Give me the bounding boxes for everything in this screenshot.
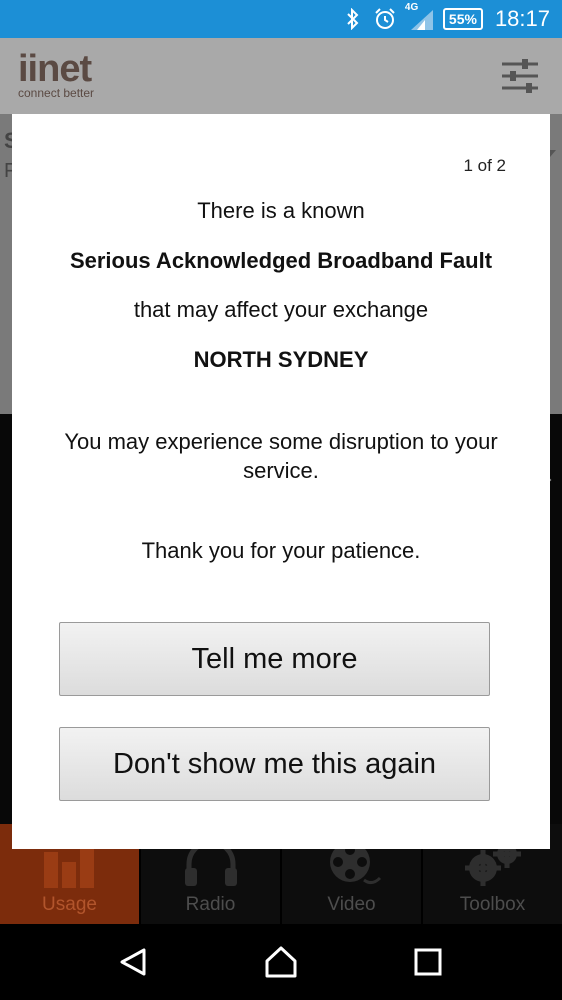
recents-icon[interactable] xyxy=(408,942,448,982)
logo-tagline: connect better xyxy=(18,86,95,100)
logo-word: iinet xyxy=(18,48,92,90)
signal-icon: 4G xyxy=(405,2,435,32)
disruption-message: You may experience some disruption to yo… xyxy=(64,429,498,483)
thanks-message: Thank you for your patience. xyxy=(141,538,421,563)
back-icon[interactable] xyxy=(114,942,154,982)
sliders-icon[interactable] xyxy=(500,56,540,96)
dont-show-again-button[interactable]: Don't show me this again xyxy=(59,727,490,801)
app-bar: iinet connect better xyxy=(0,38,562,114)
tab-label: Radio xyxy=(185,894,236,915)
tab-label: Video xyxy=(327,894,376,915)
status-bar: 4G 55% 18:17 xyxy=(0,0,562,38)
bluetooth-icon xyxy=(341,7,365,31)
tab-label: Usage xyxy=(42,894,97,915)
fault-title: Serious Acknowledged Broadband Fault xyxy=(69,248,493,273)
system-nav-bar xyxy=(0,924,562,1000)
fault-alert-dialog: 1 of 2 There is a known Serious Acknowle… xyxy=(12,114,550,849)
page-indicator: 1 of 2 xyxy=(463,156,506,175)
intro-text: There is a known xyxy=(197,198,365,223)
clock: 18:17 xyxy=(494,6,550,31)
exchange-intro-text: that may affect your exchange xyxy=(133,297,429,322)
alarm-icon xyxy=(373,7,397,31)
tab-label: Toolbox xyxy=(459,894,526,915)
iinet-logo: iinet connect better xyxy=(18,50,94,100)
exchange-name: NORTH SYDNEY xyxy=(193,347,369,372)
battery-indicator: 55% xyxy=(442,8,483,30)
home-icon[interactable] xyxy=(261,942,301,982)
tell-me-more-button[interactable]: Tell me more xyxy=(59,622,490,696)
